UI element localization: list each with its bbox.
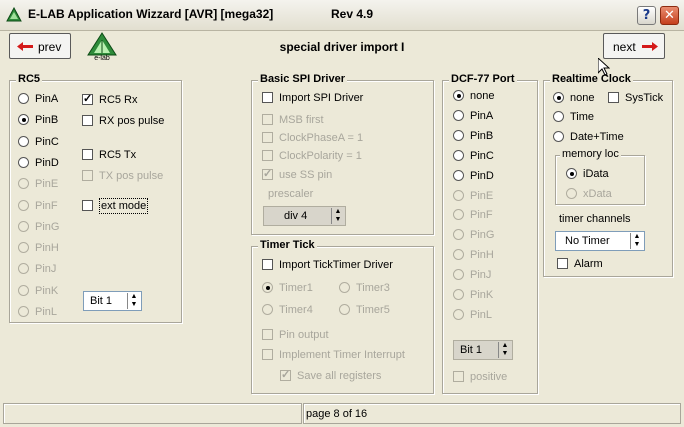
- window-title: E-LAB Application Wizzard [AVR] [mega32]: [28, 7, 274, 21]
- rtc-group: Realtime Clock none SysTick Time Date+Ti…: [543, 73, 673, 277]
- status-bar: page 8 of 16: [0, 401, 684, 427]
- dcf-bit-spinner[interactable]: Bit 1 ▲ ▼: [453, 340, 513, 360]
- help-button[interactable]: ?: [637, 6, 656, 25]
- rc5-legend: RC5: [16, 73, 43, 85]
- close-button[interactable]: ✕: [660, 6, 679, 25]
- timer-tick-legend: Timer Tick: [258, 239, 317, 251]
- spin-arrows-icon[interactable]: ▲ ▼: [498, 342, 511, 358]
- next-label: next: [613, 40, 636, 54]
- rc5-bit-spinner[interactable]: Bit 1 ▲ ▼: [83, 291, 142, 311]
- memory-loc-legend: memory loc: [560, 148, 621, 160]
- status-pane-left: [3, 403, 302, 424]
- timer-channels-label: timer channels: [559, 213, 631, 225]
- timer-channels-value: No Timer: [565, 235, 610, 247]
- window-rev: Rev 4.9: [331, 7, 374, 21]
- timer-channels-spinner[interactable]: No Timer ▲ ▼: [555, 231, 645, 251]
- implement-timer-interrupt-checkbox[interactable]: Implement Timer Interrupt: [262, 348, 427, 362]
- logo-text: e-lab: [94, 55, 110, 61]
- spin-arrows-icon[interactable]: ▲ ▼: [630, 233, 643, 249]
- app-icon: [6, 7, 22, 22]
- memory-loc-group: memory loc iData xData: [555, 148, 645, 205]
- next-button[interactable]: next: [603, 33, 665, 59]
- prescaler-label: prescaler: [268, 188, 314, 200]
- spin-arrows-icon[interactable]: ▲ ▼: [331, 208, 344, 224]
- timer-tick-group: Timer Tick Import TickTimer Driver Timer…: [251, 239, 434, 394]
- dcf77-group: DCF-77 Port none PinA PinB PinC PinD PinE PinF…: [442, 73, 538, 394]
- arrow-right-icon: [642, 42, 658, 51]
- rc5-bit-value: Bit 1: [90, 295, 113, 307]
- spin-arrows-icon[interactable]: ▲ ▼: [127, 293, 140, 309]
- status-pane-page: page 8 of 16: [303, 403, 681, 424]
- mouse-pointer-icon: [598, 58, 610, 76]
- page-title: special driver import I: [279, 40, 405, 54]
- spi-group: Basic SPI Driver Import SPI Driver MSB f…: [251, 73, 434, 235]
- rtc-legend: Realtime Clock: [550, 73, 633, 85]
- prescaler-value: div 4: [284, 210, 308, 222]
- dcf-bit-value: Bit 1: [460, 344, 483, 356]
- spi-legend: Basic SPI Driver: [258, 73, 347, 85]
- prescaler-spinner[interactable]: div 4 ▲ ▼: [263, 206, 346, 226]
- dcf77-legend: DCF-77 Port: [449, 73, 517, 85]
- page-indicator: page 8 of 16: [306, 408, 368, 420]
- title-bar: E-LAB Application Wizzard [AVR] [mega32]…: [0, 0, 684, 31]
- rc5-group: RC5 PinA PinB PinC PinD PinE PinF PinG PinH PinJ…: [9, 73, 182, 323]
- wizard-window: E-LAB Application Wizzard [AVR] [mega32]…: [0, 0, 684, 427]
